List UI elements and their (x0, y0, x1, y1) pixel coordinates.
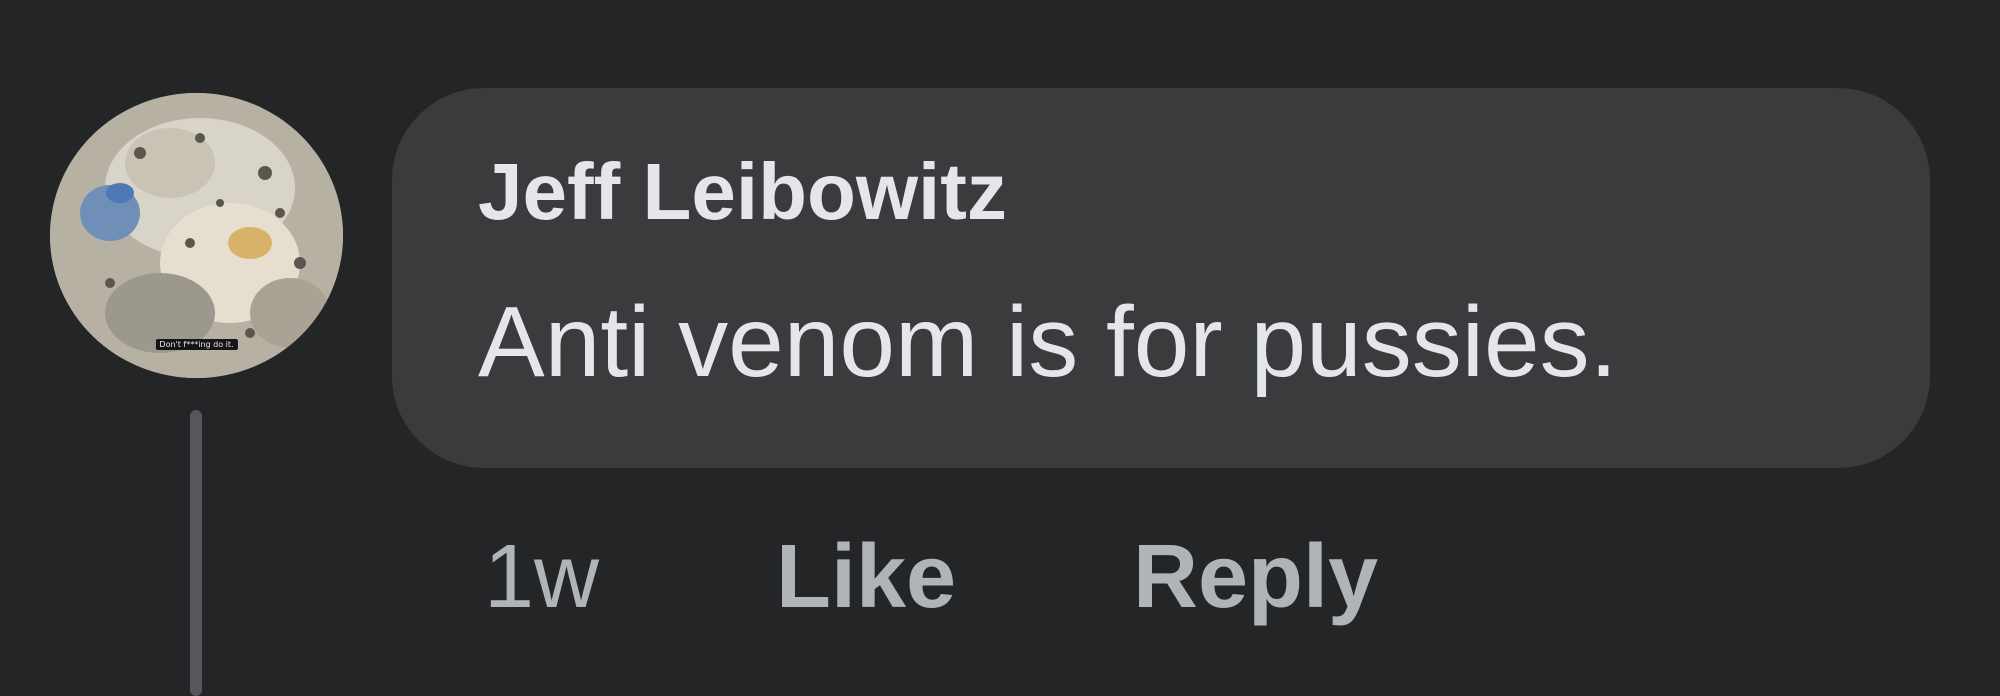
reply-button[interactable]: Reply (1133, 532, 1378, 622)
comment-timestamp[interactable]: 1w (484, 532, 599, 622)
thread-line (190, 410, 202, 696)
comment-thread: Don't f***ing do it. Jeff Leibowitz Anti… (0, 0, 2000, 696)
avatar-image (50, 93, 343, 378)
avatar-caption: Don't f***ing do it. (155, 339, 238, 350)
comment-author[interactable]: Jeff Leibowitz (478, 152, 1007, 232)
like-button[interactable]: Like (776, 532, 956, 622)
avatar[interactable]: Don't f***ing do it. (50, 93, 343, 378)
comment-text: Anti venom is for pussies. (478, 286, 1618, 398)
comment-bubble (392, 88, 1930, 468)
